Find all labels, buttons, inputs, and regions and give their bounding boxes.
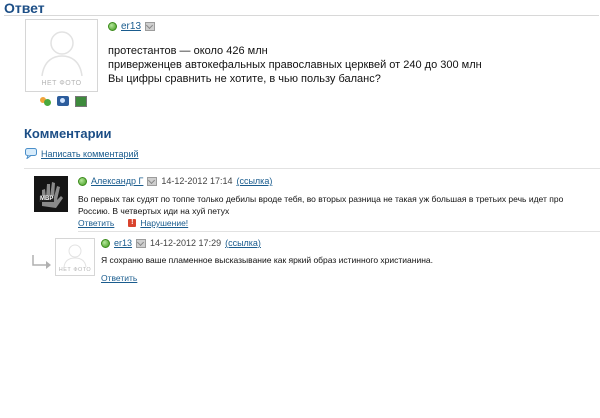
reply-link[interactable]: Ответить xyxy=(78,218,114,228)
answer-heading: Ответ xyxy=(4,0,45,16)
write-comment-row: Написать комментарий xyxy=(25,148,139,159)
speech-bubble-icon xyxy=(25,148,37,159)
comment-author-avatar[interactable]: MBP xyxy=(34,176,68,212)
silhouette-icon xyxy=(40,31,83,77)
hand-icon xyxy=(34,176,68,212)
silhouette-icon xyxy=(63,244,87,268)
online-status-icon xyxy=(108,22,117,31)
comment-header: Александр Г 14-12-2012 17:14 (ссылка) xyxy=(78,176,272,186)
comment-author-link[interactable]: Александр Г xyxy=(91,176,143,186)
write-comment-link[interactable]: Написать комментарий xyxy=(41,149,139,159)
no-photo-label: НЕТ ФОТО xyxy=(41,80,82,87)
comments-heading: Комментарии xyxy=(24,126,112,141)
comment-line: Во первых так судят по топпе только деби… xyxy=(78,194,564,204)
answer-author-line: er13 xyxy=(108,21,156,32)
mail-icon[interactable] xyxy=(136,238,147,248)
reply-date: 14-12-2012 17:29 xyxy=(150,238,222,248)
mail-icon[interactable] xyxy=(145,22,156,31)
answer-divider xyxy=(4,15,599,16)
reply-author-link[interactable]: er13 xyxy=(114,238,132,248)
reply-link[interactable]: Ответить xyxy=(101,273,137,283)
comments-divider xyxy=(24,168,600,169)
avatar-actions xyxy=(40,96,87,107)
answer-author-avatar[interactable]: НЕТ ФОТО xyxy=(25,19,98,92)
reply-body: Я сохраню ваше пламенное высказывание ка… xyxy=(101,254,596,266)
reply-permalink[interactable]: (ссылка) xyxy=(225,238,261,248)
report-link[interactable]: Нарушение! xyxy=(140,218,188,228)
reply-line: Я сохраню ваше пламенное высказывание ка… xyxy=(101,255,433,265)
answer-body: протестантов — около 426 млн приверженце… xyxy=(108,44,588,86)
answer-line: протестантов — около 426 млн xyxy=(108,45,268,57)
online-status-icon xyxy=(78,176,87,186)
comment-line: Россию. В четвертых иди на хуй петух xyxy=(78,206,230,216)
comment-permalink[interactable]: (ссылка) xyxy=(236,176,272,186)
avatar-badge-text: MBP xyxy=(39,196,55,202)
reply-header: er13 14-12-2012 17:29 (ссылка) xyxy=(101,238,261,248)
online-status-icon xyxy=(101,238,110,248)
mail-icon[interactable] xyxy=(147,176,158,186)
gallery-icon[interactable] xyxy=(75,96,87,107)
reply-actions: Ответить xyxy=(101,268,137,286)
photo-icon[interactable] xyxy=(57,96,69,106)
warning-icon: ! xyxy=(128,219,137,227)
report-action: ! Нарушение! xyxy=(128,218,188,228)
reply-arrow-icon xyxy=(32,255,51,269)
comment-actions: Ответить ! Нарушение! xyxy=(78,218,188,228)
answer-line: Вы цифры сравнить не хотите, в чью польз… xyxy=(108,73,381,85)
answer-line: приверженцев автокефальных православных … xyxy=(108,59,482,71)
reply-divider xyxy=(78,231,600,232)
friends-icon[interactable] xyxy=(40,96,51,107)
comment-date: 14-12-2012 17:14 xyxy=(161,176,233,186)
reply-author-avatar[interactable]: НЕТ ФОТО xyxy=(55,238,95,276)
answer-author-link[interactable]: er13 xyxy=(121,21,141,32)
comment-body: Во первых так судят по топпе только деби… xyxy=(78,193,598,217)
